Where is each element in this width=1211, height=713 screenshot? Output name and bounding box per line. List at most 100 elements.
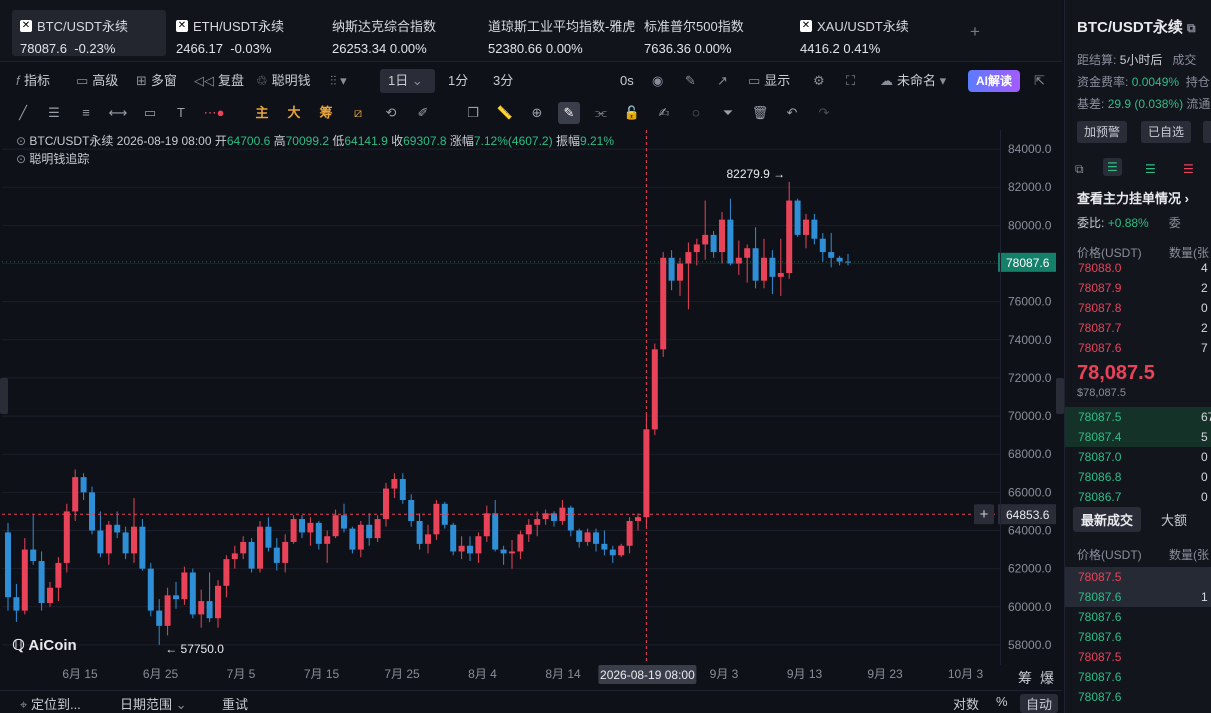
sync-tool-icon[interactable]: ⟲: [380, 98, 402, 128]
rectangle-tool-icon[interactable]: ▭: [139, 98, 161, 128]
orderbook-asks-icon[interactable]: ☰: [1183, 162, 1194, 176]
collapse-icon[interactable]: ⊙: [16, 134, 26, 148]
period-1m-button[interactable]: 1分: [448, 66, 468, 96]
candle-body[interactable]: [483, 513, 490, 537]
trade-row[interactable]: 78087.6: [1065, 607, 1211, 627]
channel-tool-icon[interactable]: ≡: [75, 98, 97, 128]
multi-window-button[interactable]: ⊞ 多窗: [136, 66, 177, 96]
smart-money-button[interactable]: ♲ 聪明钱: [256, 66, 311, 96]
candle-body[interactable]: [819, 238, 826, 253]
candle-body[interactable]: [231, 553, 238, 560]
camera-icon[interactable]: ◉: [652, 66, 663, 96]
orderbook-both-icon[interactable]: ☰: [1103, 158, 1122, 176]
trade-row[interactable]: 78087.6 1: [1065, 587, 1211, 607]
trash-tool-icon[interactable]: 🗑: [749, 98, 771, 128]
right-panel-handle[interactable]: [1056, 378, 1064, 414]
bid-row[interactable]: 78086.8 0: [1065, 467, 1211, 487]
candle-body[interactable]: [803, 219, 809, 235]
candle-body[interactable]: [147, 568, 154, 611]
candle-body[interactable]: [38, 561, 45, 603]
depth-link[interactable]: 查看主力挂单情况 ›: [1077, 188, 1189, 207]
trade-row[interactable]: 78087.6: [1065, 687, 1211, 707]
measure-tool-icon[interactable]: ⋯●: [203, 98, 225, 128]
period-3m-button[interactable]: 3分: [493, 66, 513, 96]
candle-body[interactable]: [492, 513, 499, 550]
candle-body[interactable]: [391, 479, 398, 489]
candle-body[interactable]: [601, 543, 608, 550]
orderbook-bids-icon[interactable]: ☰: [1145, 162, 1156, 176]
candle-body[interactable]: [63, 511, 70, 563]
candle-body[interactable]: [198, 601, 205, 615]
candle-body[interactable]: [828, 252, 835, 258]
main-force-tool[interactable]: 主: [251, 98, 273, 128]
candle-body[interactable]: [248, 541, 255, 569]
candle-body[interactable]: [509, 551, 515, 554]
candle-body[interactable]: [777, 273, 784, 277]
candle-body[interactable]: [97, 530, 104, 554]
candle-body[interactable]: [710, 234, 717, 253]
ai-analysis-button[interactable]: AI解读: [968, 70, 1021, 92]
copy-tool-icon[interactable]: ❐: [462, 98, 484, 128]
candle-body[interactable]: [836, 257, 843, 262]
candle-body[interactable]: [80, 477, 87, 493]
candle-body[interactable]: [761, 257, 767, 281]
candle-body[interactable]: [105, 524, 112, 554]
candle-body[interactable]: [240, 541, 247, 554]
candle-body[interactable]: [811, 219, 818, 239]
candle-body[interactable]: [265, 526, 272, 548]
tab-latest-trades[interactable]: 最新成交: [1073, 507, 1142, 532]
candle-body[interactable]: [693, 244, 700, 253]
advanced-button[interactable]: ▭ 高级: [76, 66, 118, 96]
candle-body[interactable]: [517, 534, 524, 552]
candle-body[interactable]: [769, 257, 776, 277]
candle-body[interactable]: [131, 526, 137, 554]
candle-body[interactable]: [332, 515, 339, 537]
layout-selector[interactable]: ☁ 未命名 ▾: [880, 66, 950, 96]
magnet-tool-icon[interactable]: ✎: [558, 102, 580, 124]
candle-body[interactable]: [576, 530, 583, 542]
tab-large-trades[interactable]: 大额: [1161, 510, 1187, 529]
watchlist-button[interactable]: 已自选: [1141, 121, 1192, 143]
candle-body[interactable]: [727, 219, 734, 264]
candle-body[interactable]: [374, 519, 381, 539]
candle-body[interactable]: [30, 549, 37, 562]
candle-body[interactable]: [744, 248, 751, 258]
candle-body[interactable]: [72, 477, 79, 512]
add-tab-button[interactable]: +: [970, 22, 980, 42]
candle-body[interactable]: [467, 545, 473, 554]
candle-body[interactable]: [156, 610, 163, 626]
locate-button[interactable]: ⌖ 定位到...: [20, 694, 81, 713]
ask-row[interactable]: 78087.7 2: [1065, 318, 1211, 338]
candle-body[interactable]: [433, 503, 440, 535]
candle-body[interactable]: [702, 234, 709, 245]
chip-distribution-button[interactable]: 筹: [1018, 668, 1032, 688]
hide-tool-icon[interactable]: ◌: [685, 98, 707, 128]
candle-body[interactable]: [534, 519, 541, 525]
candle-body[interactable]: [357, 524, 364, 550]
bid-row[interactable]: 78087.4 5: [1065, 427, 1211, 447]
pencil-icon[interactable]: ✎: [685, 66, 696, 96]
candle-body[interactable]: [677, 263, 683, 281]
candle-body[interactable]: [299, 519, 305, 533]
candle-body[interactable]: [341, 515, 347, 529]
candle-body[interactable]: [651, 349, 658, 430]
ask-row[interactable]: 78087.6 7: [1065, 338, 1211, 358]
collapse-icon[interactable]: ⊙: [16, 152, 26, 166]
lock-tool-icon[interactable]: 🔓: [621, 98, 643, 128]
filter-tool-icon[interactable]: ⏷: [717, 98, 739, 128]
trend-tool-icon[interactable]: ⧄: [347, 98, 369, 128]
candle-body[interactable]: [786, 200, 793, 274]
candle-body[interactable]: [273, 547, 280, 563]
ticker-tab-dow[interactable]: 道琼斯工业平均指数-雅虎 52380.66 0.00%: [480, 10, 635, 56]
zoom-tool-icon[interactable]: ⊕: [526, 98, 548, 128]
indicators-button[interactable]: 𝑓 指标: [16, 66, 50, 96]
candle-body[interactable]: [794, 200, 801, 235]
bid-row[interactable]: 78087.5 67: [1065, 407, 1211, 427]
candle-body[interactable]: [660, 257, 667, 350]
brush-tool-icon[interactable]: ✐: [412, 98, 434, 128]
candle-body[interactable]: [215, 585, 221, 619]
candle-body[interactable]: [719, 219, 725, 253]
candle-body[interactable]: [500, 549, 507, 554]
ruler-tool-icon[interactable]: 📏: [494, 98, 516, 128]
candle-body[interactable]: [408, 499, 415, 521]
